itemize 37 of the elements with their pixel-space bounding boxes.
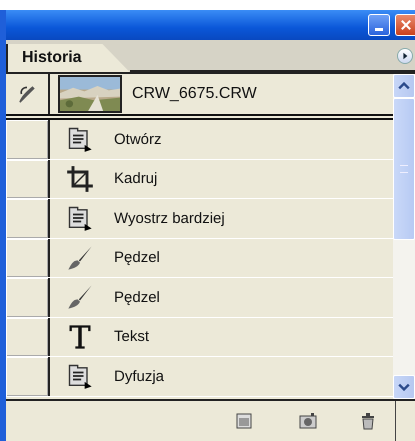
history-source-box[interactable] — [6, 120, 50, 158]
close-button[interactable] — [395, 14, 415, 36]
history-source-box[interactable] — [6, 318, 50, 356]
document-icon — [66, 204, 94, 232]
triangle-right-icon — [401, 52, 409, 60]
history-state[interactable]: Pędzel — [6, 238, 393, 278]
history-state-label: Otwórz — [114, 130, 162, 148]
history-state[interactable]: Wyostrz bardziej — [6, 199, 393, 238]
chevron-up-icon[interactable] — [398, 80, 410, 92]
scroll-bar[interactable] — [393, 74, 415, 399]
camera-icon[interactable] — [298, 411, 318, 431]
close-icon — [398, 18, 412, 32]
history-source-box[interactable] — [6, 160, 50, 198]
document-icon — [66, 362, 94, 390]
history-state-label: Tekst — [114, 328, 150, 346]
history-state[interactable]: Otwórz — [6, 120, 393, 160]
history-state[interactable]: Tekst — [6, 318, 393, 357]
history-source-box[interactable] — [6, 199, 50, 238]
history-state-label: Pędzel — [114, 249, 160, 266]
history-state-label: Wyostrz bardziej — [114, 210, 225, 227]
panel-tab[interactable]: Historia — [6, 44, 130, 72]
history-state-label: Kadruj — [114, 170, 158, 188]
history-state-label: Pędzel — [114, 288, 160, 306]
history-state-label: Dyfuzja — [114, 368, 164, 385]
new-document-icon[interactable] — [234, 411, 254, 431]
history-state[interactable]: Pędzel — [6, 278, 393, 318]
history-source-box[interactable] — [6, 357, 50, 396]
crop-icon — [66, 164, 94, 193]
document-icon — [66, 125, 94, 154]
history-state[interactable]: Dyfuzja — [6, 357, 393, 396]
history-source-box[interactable] — [6, 278, 50, 316]
minimize-button[interactable] — [368, 14, 390, 36]
chevron-down-icon[interactable] — [398, 381, 410, 393]
snapshot-name: CRW_6675.CRW — [132, 85, 257, 103]
history-state[interactable]: Kadruj — [6, 160, 393, 199]
history-source-box[interactable] — [6, 238, 50, 277]
panel-menu-button[interactable] — [397, 48, 413, 64]
